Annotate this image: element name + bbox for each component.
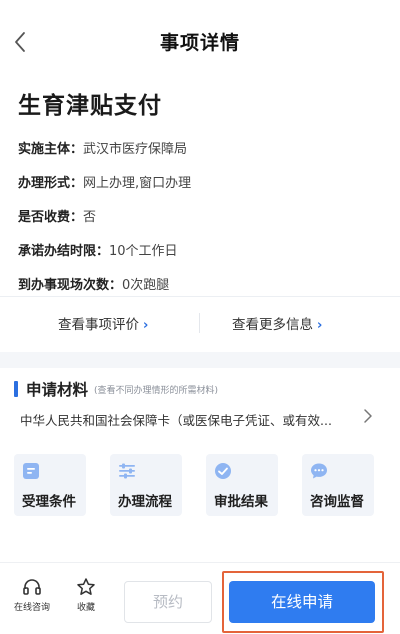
header-bar: 事项详情 (0, 0, 400, 80)
tile-consult-supervision[interactable]: 咨询监督 (302, 454, 374, 516)
sliders-icon (119, 463, 135, 479)
info-value: 网上办理,窗口办理 (83, 175, 192, 191)
tile-label: 受理条件 (22, 494, 76, 510)
view-more-info-link[interactable]: 查看更多信息 › (232, 313, 322, 333)
tile-label: 办理流程 (118, 494, 172, 510)
favorite-label: 收藏 (76, 603, 95, 613)
chevron-right-icon: › (317, 318, 323, 333)
info-key: 承诺办结时限： (18, 243, 110, 259)
info-value: 0次跑腿 (122, 277, 170, 293)
online-apply-button[interactable]: 在线申请 (229, 581, 375, 623)
item-title: 生育津贴支付 (18, 93, 162, 119)
bottom-action-bar: 在线咨询 收藏 预约 在线申请 (0, 562, 400, 634)
link-label: 查看更多信息 (232, 317, 313, 333)
materials-header: 申请材料 (查看不同办理情形的所需材料) (14, 380, 219, 399)
info-value: 10个工作日 (109, 243, 178, 259)
materials-expand-button[interactable] (358, 404, 378, 428)
materials-description[interactable]: 中华人民共和国社会保障卡（或医保电子凭证、或有效... (20, 410, 350, 429)
chat-bubble-icon (311, 463, 327, 479)
check-circle-icon (215, 463, 231, 479)
materials-section: 申请材料 (查看不同办理情形的所需材料) 中华人民共和国社会保障卡（或医保电子凭… (0, 368, 400, 540)
online-consult-button[interactable]: 在线咨询 (10, 577, 54, 613)
link-label: 查看事项评价 (58, 317, 139, 333)
links-row: 查看事项评价 › 查看更多信息 › (0, 296, 400, 350)
info-row-fee: 是否收费： 否 (18, 198, 388, 232)
materials-title: 申请材料 (26, 381, 89, 399)
divider (199, 313, 200, 333)
info-value: 武汉市医疗保障局 (83, 141, 188, 157)
favorite-button[interactable]: 收藏 (64, 577, 108, 613)
chevron-right-icon (364, 409, 372, 423)
section-divider (0, 352, 400, 368)
info-row-time-limit: 承诺办结时限： 10个工作日 (18, 232, 388, 266)
view-evaluation-link[interactable]: 查看事项评价 › (58, 313, 148, 333)
info-key: 到办事现场次数： (18, 277, 123, 293)
info-key: 实施主体： (18, 141, 84, 157)
page-title: 事项详情 (159, 32, 240, 54)
info-key: 办理形式： (18, 175, 84, 191)
tile-label: 咨询监督 (310, 494, 364, 510)
tile-acceptance-conditions[interactable]: 受理条件 (14, 454, 86, 516)
reserve-button[interactable]: 预约 (124, 581, 212, 623)
chevron-right-icon: › (143, 318, 149, 333)
info-row-visits: 到办事现场次数： 0次跑腿 (18, 266, 388, 300)
tile-process-flow[interactable]: 办理流程 (110, 454, 182, 516)
headset-icon (23, 579, 41, 595)
star-icon (77, 578, 95, 595)
document-icon (23, 463, 39, 479)
materials-subtitle: (查看不同办理情形的所需材料) (94, 385, 219, 396)
info-list: 实施主体： 武汉市医疗保障局 办理形式： 网上办理,窗口办理 是否收费： 否 承… (18, 130, 388, 300)
tile-approval-result[interactable]: 审批结果 (206, 454, 278, 516)
info-value: 否 (83, 209, 97, 225)
info-row-method: 办理形式： 网上办理,窗口办理 (18, 164, 388, 198)
info-row-agency: 实施主体： 武汉市医疗保障局 (18, 130, 388, 164)
tile-label: 审批结果 (214, 494, 268, 510)
info-key: 是否收费： (18, 209, 84, 225)
section-accent-bar (14, 381, 18, 397)
consult-label: 在线咨询 (13, 603, 50, 613)
service-tiles: 受理条件 办理流程 审批结果 咨询监督 (14, 454, 386, 516)
